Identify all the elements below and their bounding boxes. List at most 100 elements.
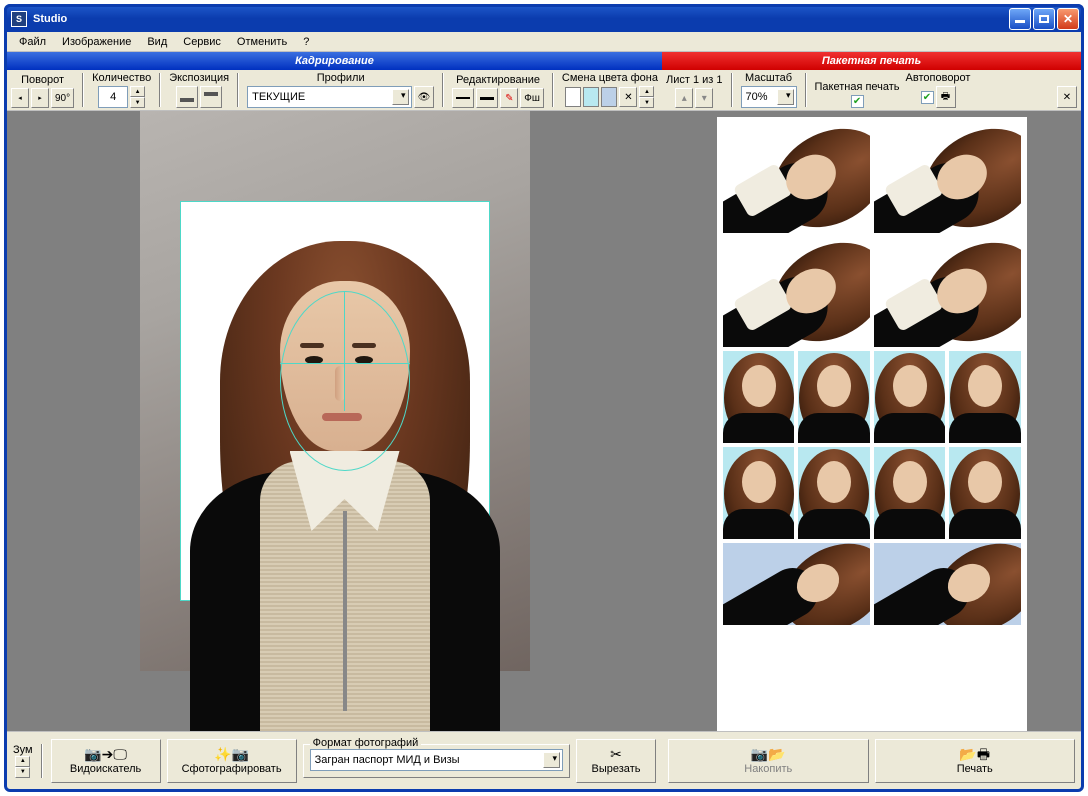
qty-spinner[interactable]: ▲▼ [130, 86, 145, 108]
sheet-next-button[interactable]: ▾ [695, 88, 713, 108]
panel-close-button[interactable]: ✕ [1057, 86, 1077, 108]
minimize-button[interactable] [1009, 8, 1031, 30]
bg-swatch-lightblue[interactable] [583, 87, 599, 107]
thumb[interactable] [874, 351, 946, 443]
separator [237, 73, 239, 107]
eye-icon: 👁 [418, 92, 431, 103]
accumulate-button[interactable]: 📷📂 Накопить [668, 739, 869, 783]
separator [159, 73, 161, 107]
cut-button[interactable]: ✂ Вырезать [576, 739, 656, 783]
thumb[interactable] [723, 237, 870, 347]
folder-printer-icon: 📂🖶 [959, 747, 990, 761]
center-line-guide[interactable] [344, 291, 345, 411]
thumb[interactable] [723, 123, 870, 233]
thumb[interactable] [874, 447, 946, 539]
thumb[interactable] [798, 351, 870, 443]
app-icon: S [11, 11, 27, 27]
thumb[interactable] [723, 543, 870, 625]
menu-view[interactable]: Вид [139, 34, 175, 50]
edit-tool1-button[interactable] [452, 88, 474, 108]
qty-label: Количество [92, 72, 151, 84]
panel-crop-title: Кадрирование [7, 52, 662, 70]
batch-checkbox[interactable]: ✔ [851, 95, 864, 108]
bgcolor-label: Смена цвета фона [562, 72, 658, 84]
editor-canvas[interactable] [7, 111, 662, 731]
exposure-down-button[interactable] [176, 86, 198, 108]
cut-label: Вырезать [592, 763, 641, 775]
viewfinder-label: Видоискатель [70, 763, 141, 775]
zoom-spinner[interactable]: ▲▼ [15, 756, 30, 778]
print-button[interactable]: 📂🖶 Печать [875, 739, 1076, 783]
thumb[interactable] [874, 237, 1021, 347]
viewfinder-button[interactable]: 📷➔🖵 Видоискатель [51, 739, 161, 783]
exposure-label: Экспозиция [169, 72, 229, 84]
edit-tool2-button[interactable] [476, 88, 498, 108]
menu-service[interactable]: Сервис [175, 34, 229, 50]
rotate-90-button[interactable]: 90° [51, 88, 74, 108]
profiles-select[interactable]: ТЕКУЩИЕ [247, 86, 411, 108]
edit-label: Редактирование [456, 74, 540, 86]
rotate-left-button[interactable]: ◂ [11, 88, 29, 108]
maximize-button[interactable] [1033, 8, 1055, 30]
menu-bar: Файл Изображение Вид Сервис Отменить ? [7, 32, 1081, 52]
photo-subject [150, 171, 520, 671]
edit-pencil-button[interactable]: ✎ [500, 88, 518, 108]
thumb[interactable] [874, 123, 1021, 233]
edit-fsh-button[interactable]: Фш [520, 88, 544, 108]
separator [82, 73, 84, 107]
source-photo [140, 111, 530, 671]
exposure-up-button[interactable] [200, 86, 222, 108]
scale-select[interactable]: 70% [741, 86, 797, 108]
print-label: Печать [957, 763, 993, 775]
menu-file[interactable]: Файл [11, 34, 54, 50]
sheet-label: Лист 1 из 1 [666, 74, 723, 86]
qty-input[interactable]: 4 [98, 86, 128, 108]
format-legend: Формат фотографий [310, 737, 422, 749]
thumb[interactable] [723, 351, 795, 443]
separator [41, 744, 43, 778]
shoot-button[interactable]: ✨📷 Сфотографировать [167, 739, 297, 783]
camera-folder-icon: 📷📂 [751, 747, 786, 761]
profile-apply-button[interactable]: 👁 [414, 86, 435, 108]
thumb[interactable] [723, 447, 795, 539]
menu-help[interactable]: ? [295, 34, 317, 50]
face-oval-guide[interactable] [280, 291, 410, 471]
autorotate-checkbox[interactable]: ✔ [921, 91, 934, 104]
format-select[interactable]: Загран паспорт МИД и Визы [310, 749, 563, 771]
menu-cancel[interactable]: Отменить [229, 34, 295, 50]
sheet-prev-button[interactable]: ▴ [675, 88, 693, 108]
bg-spinner[interactable]: ▲▼ [639, 86, 654, 108]
separator [552, 73, 554, 107]
menu-image[interactable]: Изображение [54, 34, 139, 50]
thumb[interactable] [949, 351, 1021, 443]
profiles-label: Профили [317, 72, 365, 84]
bg-cancel-button[interactable]: ✕ [619, 87, 637, 107]
bg-swatch-blue[interactable] [601, 87, 617, 107]
scale-label: Масштаб [745, 72, 792, 84]
scissors-icon: ✂ [610, 747, 622, 761]
shoot-label: Сфотографировать [182, 763, 282, 775]
accumulate-label: Накопить [744, 763, 792, 775]
thumb[interactable] [949, 447, 1021, 539]
print-preview[interactable] [662, 111, 1081, 731]
title-bar: S Studio ✕ [4, 4, 1084, 32]
printer-icon: 🖶 [941, 89, 950, 106]
camera-shoot-icon: ✨📷 [214, 747, 249, 761]
bg-swatch-white[interactable] [565, 87, 581, 107]
batch-label: Пакетная печать [815, 81, 900, 93]
print-sheet [717, 117, 1027, 731]
thumb[interactable] [798, 447, 870, 539]
camera-monitor-icon: 📷➔🖵 [84, 747, 127, 761]
eye-line-guide[interactable] [280, 363, 410, 364]
rotate-right-button[interactable]: ▸ [31, 88, 49, 108]
separator [442, 73, 444, 107]
separator [805, 73, 807, 107]
close-button[interactable]: ✕ [1057, 8, 1079, 30]
rotate-label: Поворот [21, 74, 64, 86]
separator [731, 73, 733, 107]
app-title: Studio [33, 13, 1009, 25]
print-settings-button[interactable]: 🖶 [936, 86, 956, 108]
thumb[interactable] [874, 543, 1021, 625]
autorotate-label: Автоповорот [906, 72, 971, 84]
panel-print-title: Пакетная печать [662, 52, 1081, 70]
